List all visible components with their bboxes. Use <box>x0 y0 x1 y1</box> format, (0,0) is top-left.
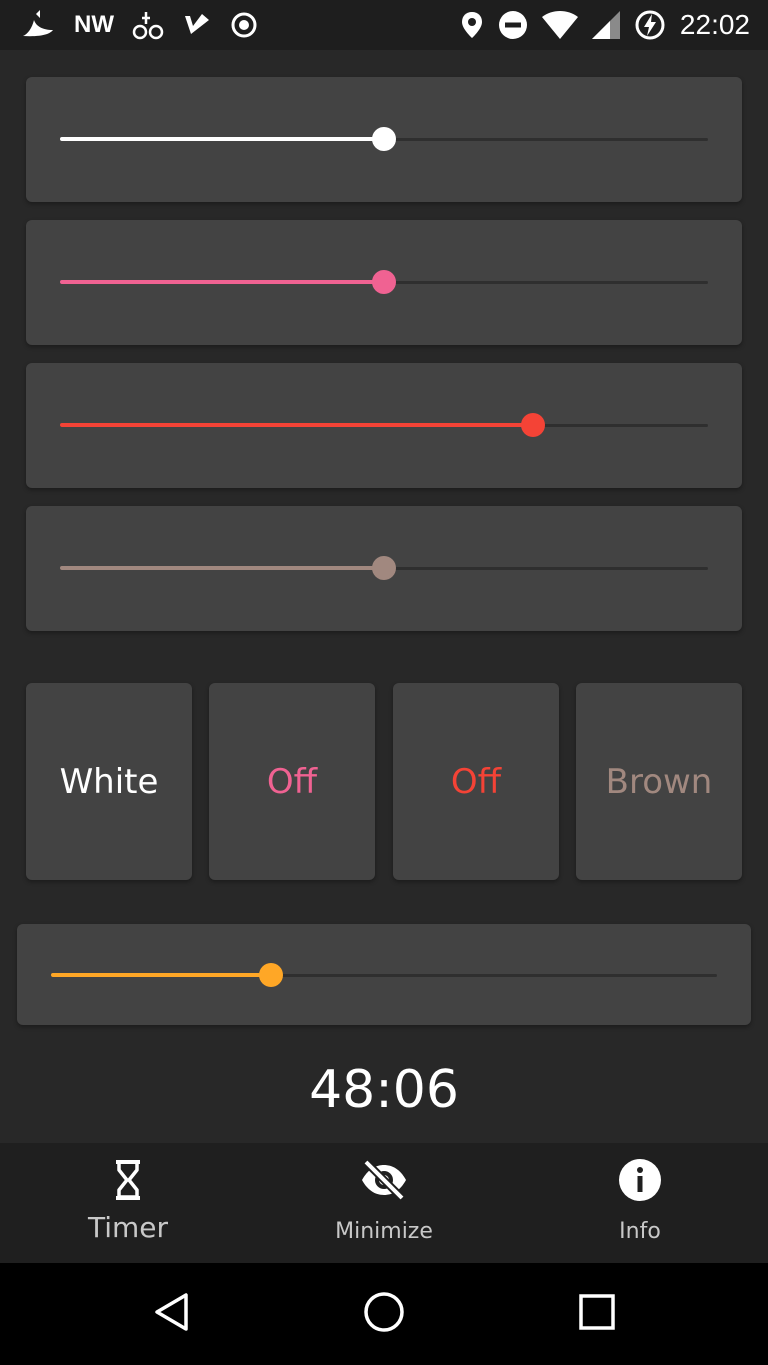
recents-button[interactable] <box>469 1263 725 1365</box>
slider-fill <box>60 280 384 284</box>
brown-noise-slider[interactable] <box>60 556 708 580</box>
brown-noise-button[interactable]: Brown <box>576 683 742 880</box>
slider-fill <box>60 137 384 141</box>
brown-noise-card <box>26 506 742 631</box>
slider-thumb[interactable] <box>372 127 396 151</box>
battery-charging-icon <box>634 9 666 41</box>
status-bar: NW 22:02 <box>0 0 768 50</box>
pink-noise-button[interactable]: Off <box>209 683 375 880</box>
timer-card <box>17 924 751 1025</box>
pink-noise-slider[interactable] <box>60 270 708 294</box>
bike-icon <box>132 10 164 40</box>
slider-thumb[interactable] <box>372 270 396 294</box>
timer-slider[interactable] <box>51 963 717 987</box>
slider-fill <box>51 973 271 977</box>
slider-thumb[interactable] <box>372 556 396 580</box>
status-clock: 22:02 <box>679 9 750 40</box>
signal-icon <box>591 11 620 39</box>
wifi-icon <box>541 11 578 39</box>
do-not-disturb-icon <box>498 10 528 40</box>
system-nav-bar <box>0 1263 768 1365</box>
nw-text: NW <box>74 11 114 38</box>
slider-thumb[interactable] <box>521 413 546 437</box>
slider-thumb[interactable] <box>258 963 283 987</box>
nav-timer-label: Timer <box>87 1211 169 1244</box>
nav-minimize[interactable]: Minimize <box>256 1143 512 1263</box>
red-noise-slider[interactable] <box>60 413 708 437</box>
info-icon <box>618 1158 662 1206</box>
record-icon <box>230 11 258 39</box>
white-noise-card <box>26 77 742 202</box>
back-icon <box>152 1292 192 1336</box>
nav-timer[interactable]: Timer <box>0 1143 256 1263</box>
red-noise-card <box>26 363 742 488</box>
bottom-nav: Timer Minimize Info <box>0 1143 768 1263</box>
nav-info[interactable]: Info <box>512 1143 768 1263</box>
hourglass-icon <box>113 1159 143 1205</box>
home-icon <box>363 1291 405 1337</box>
eye-off-icon <box>360 1159 408 1204</box>
white-noise-button[interactable]: White <box>26 683 192 880</box>
recents-icon <box>579 1294 615 1334</box>
nav-minimize-label: Minimize <box>335 1219 433 1244</box>
location-icon <box>460 10 484 40</box>
weather-icon <box>20 10 56 40</box>
pink-noise-card <box>26 220 742 345</box>
slider-fill <box>60 566 384 570</box>
timer-display: 48:06 <box>309 1060 459 1120</box>
red-noise-button[interactable]: Off <box>393 683 559 880</box>
white-noise-slider[interactable] <box>60 127 708 151</box>
nav-info-label: Info <box>619 1219 661 1244</box>
check-arrow-icon <box>182 10 212 40</box>
slider-fill <box>60 423 534 427</box>
